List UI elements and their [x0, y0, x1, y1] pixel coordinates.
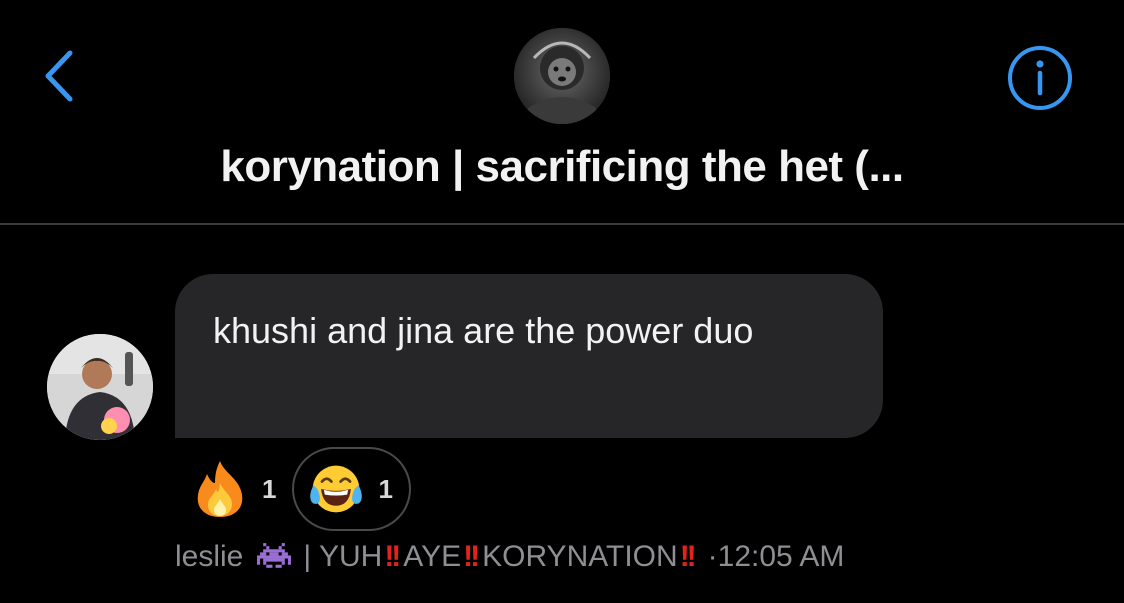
fire-icon: [192, 459, 248, 519]
sender-name-line: leslie | YUH !! AYE !! KORYNATION !! ·12…: [175, 540, 844, 574]
message-timestamp: ·12:05 AM: [707, 540, 845, 573]
sender-avatar[interactable]: [47, 334, 153, 440]
sender-name: leslie: [175, 540, 244, 573]
info-button[interactable]: [1006, 44, 1074, 112]
reaction-laughing[interactable]: 1: [292, 447, 411, 531]
chevron-left-icon: [45, 50, 73, 102]
info-icon: [1008, 46, 1072, 110]
face-with-tears-of-joy-icon: [308, 459, 364, 519]
back-button[interactable]: [34, 44, 84, 108]
reaction-count: 1: [262, 473, 277, 504]
double-exclamation-icon: !!: [463, 540, 480, 573]
message-bubble[interactable]: khushi and jina are the power duo: [175, 274, 883, 438]
conversation-title[interactable]: korynation | sacrificing the het (...: [0, 142, 1124, 192]
reaction-fire[interactable]: 1: [190, 447, 288, 531]
sender-text-part: AYE: [403, 540, 462, 573]
reaction-count: 1: [378, 473, 393, 504]
header-divider: [0, 223, 1124, 225]
sender-text-part: | YUH: [303, 540, 383, 573]
double-exclamation-icon: !!: [384, 540, 401, 573]
reactions-bar: 1 1: [190, 446, 411, 532]
alien-monster-icon: [257, 543, 292, 571]
double-exclamation-icon: !!: [679, 540, 697, 573]
group-avatar[interactable]: [514, 28, 610, 124]
sender-text-part: KORYNATION: [482, 540, 678, 573]
